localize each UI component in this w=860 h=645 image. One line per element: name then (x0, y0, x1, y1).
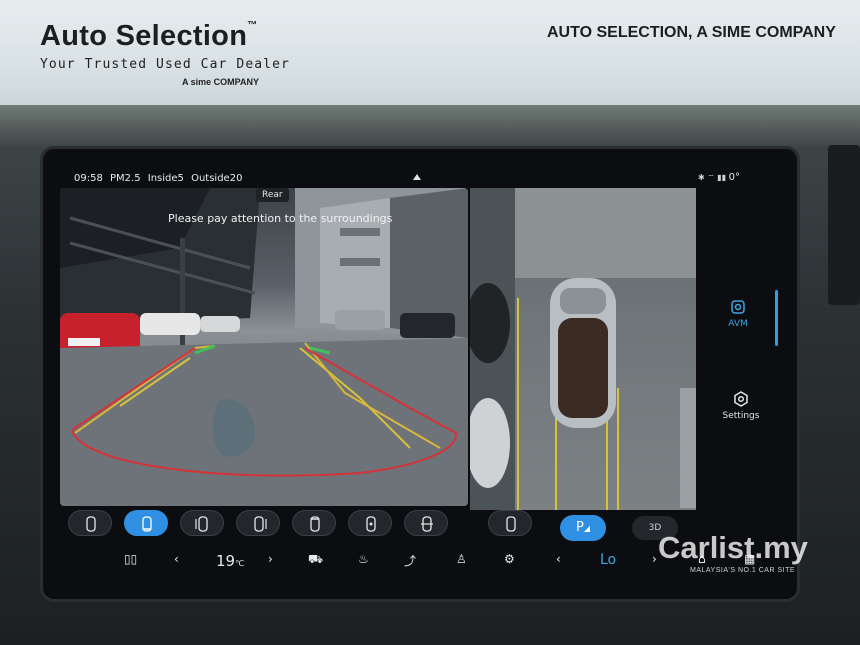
car-left-icon (310, 516, 320, 532)
settings-icon[interactable]: ⚙ (504, 552, 515, 566)
view-front-button[interactable] (68, 510, 112, 536)
car-top-icon (86, 516, 96, 532)
car-side-icon (254, 516, 267, 532)
temperature-value: 19 (216, 552, 236, 570)
temperature-unit: ℃ (235, 559, 245, 568)
brand-tagline: Your Trusted Used Car Dealer (40, 57, 290, 72)
sidebar-settings-label: Settings (722, 411, 760, 421)
fan-increase-button[interactable]: › (652, 552, 657, 566)
car-status-icon[interactable]: ⛟ (308, 552, 323, 568)
parking-signal-icon: ◢ (583, 524, 590, 533)
split-screen-icon[interactable]: ▯▯ (124, 552, 137, 566)
parking-assist-button[interactable]: P◢ (560, 515, 606, 541)
settings-gear-icon (734, 391, 748, 407)
temperature-display: 19℃ (216, 552, 244, 570)
license-plate (68, 338, 100, 346)
car-avm-icon (506, 516, 516, 532)
surroundings-warning-text: Please pay attention to the surroundings (168, 212, 393, 225)
view-right-button[interactable] (348, 510, 392, 536)
fan-level-display: Lo (600, 552, 617, 568)
car-front-wide-icon (195, 516, 208, 532)
rear-camera-image (60, 188, 468, 506)
view-avm-button[interactable] (488, 510, 532, 536)
car-rear-icon (142, 516, 152, 532)
dealer-banner: Auto Selection™ Your Trusted Used Car De… (0, 0, 860, 105)
view-left-button[interactable] (292, 510, 336, 536)
car-wheel-icon (421, 516, 433, 532)
pm25-text: PM2.5 (110, 173, 141, 184)
seat-heating-icon[interactable]: ♙ (456, 552, 467, 566)
banner-right-title: AUTO SELECTION, A SIME COMPANY (547, 24, 836, 41)
rear-view-badge: Rear (256, 188, 289, 202)
front-defrost-icon[interactable]: ♨ (358, 552, 369, 566)
car-interior-background (0, 105, 860, 150)
temp-decrease-button[interactable]: ‹ (174, 552, 179, 566)
inside-aq-text: Inside5 (147, 173, 184, 184)
wifi-bluetooth-signal-icon: ✱ ⌔ ▮▮ (698, 173, 729, 182)
fan-decrease-button[interactable]: ‹ (556, 552, 561, 566)
air-vent (828, 145, 860, 305)
avm-birdseye-view[interactable] (470, 188, 696, 510)
airflow-mode-icon[interactable]: ⤴ (404, 552, 416, 569)
ambient-temp-text: 0° (728, 172, 741, 183)
brand-logo-text: Auto Selection™ (40, 20, 258, 52)
status-bar: 09:58 PM2.5 Inside5 Outside20 ✱ ⌔ ▮▮ 0° (70, 171, 795, 189)
sidebar-selected-indicator (775, 290, 778, 346)
carlist-watermark-tagline: MALAYSIA'S NO.1 CAR SITE (690, 567, 796, 574)
status-right-indicators: ✱ ⌔ ▮▮ 0° (698, 172, 740, 183)
car-right-icon (366, 516, 376, 532)
brand-sime-line: A sime COMPANY (182, 77, 260, 87)
avm-camera-icon (731, 300, 745, 314)
parking-label: P (576, 520, 584, 535)
view-rear-button[interactable] (124, 510, 168, 536)
rear-camera-view[interactable] (60, 188, 468, 506)
notification-icon[interactable] (412, 173, 422, 181)
sidebar-avm-label: AVM (728, 319, 748, 329)
carlist-watermark: Carlist.my (658, 530, 808, 565)
clock-text: 09:58 (74, 173, 103, 184)
view-front-wide-button[interactable] (180, 510, 224, 536)
view-wheel-button[interactable] (404, 510, 448, 536)
outside-aq-text: Outside20 (191, 173, 243, 184)
view-side-button[interactable] (236, 510, 280, 536)
sidebar-item-settings[interactable]: Settings (716, 390, 766, 421)
temp-increase-button[interactable]: › (268, 552, 273, 566)
sidebar-item-avm[interactable]: AVM (716, 298, 760, 329)
avm-image (470, 188, 696, 510)
